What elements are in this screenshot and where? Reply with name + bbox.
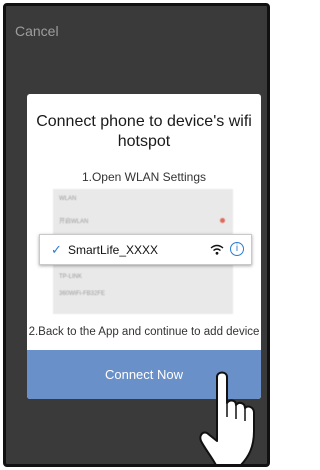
step-1-text: 1.Open WLAN Settings	[81, 170, 207, 184]
wifi-icon	[210, 243, 224, 261]
illustration-row-4: 360WiFi-FB32FE	[59, 291, 106, 297]
phone-frame: Cancel Connect phone to device's wifi ho…	[3, 3, 270, 467]
dialog-title: Connect phone to device's wifi hotspot	[36, 113, 252, 150]
illustration-row-3: TP-LINK	[59, 274, 83, 280]
illustration-row-1: 开启WLAN	[59, 219, 89, 225]
info-icon: i	[230, 242, 244, 256]
pointing-hand-icon	[199, 371, 255, 464]
toggle-dot-icon	[220, 218, 225, 223]
ssid-highlight: ✓ SmartLife_XXXX i	[39, 234, 252, 265]
connect-dialog: Connect phone to device's wifi hotspot 1…	[27, 94, 261, 399]
illustration-header: WLAN	[59, 196, 77, 202]
cancel-button[interactable]: Cancel	[15, 23, 59, 39]
check-icon: ✓	[51, 242, 62, 257]
step-2-text: 2.Back to the App and continue to add de…	[28, 326, 260, 338]
ssid-label: SmartLife_XXXX	[68, 243, 159, 257]
